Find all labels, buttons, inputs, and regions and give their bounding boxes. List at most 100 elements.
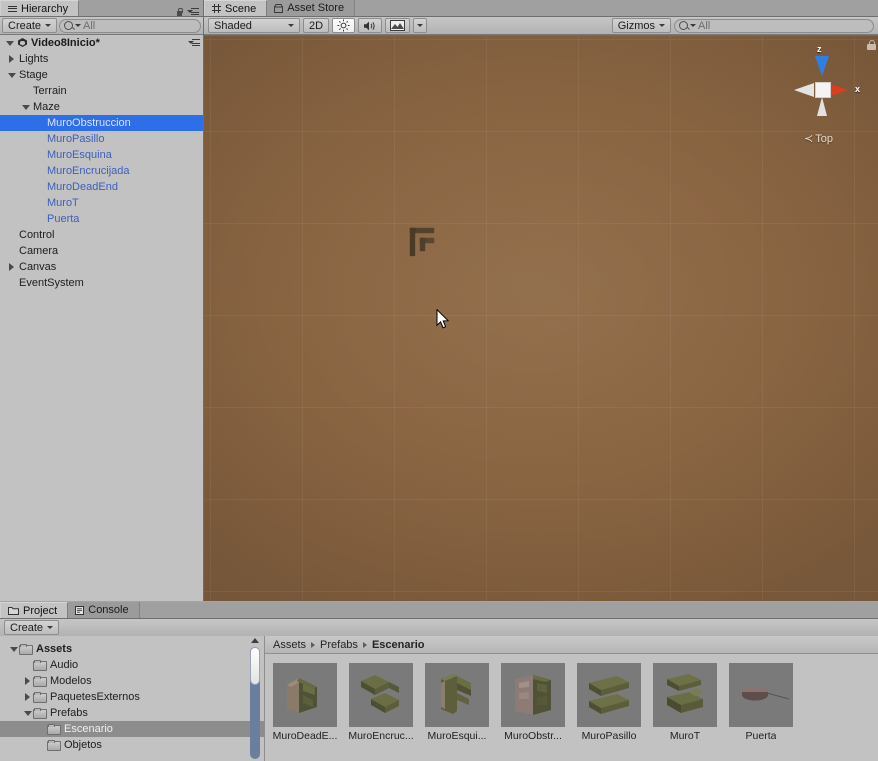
chevron-right-icon[interactable] xyxy=(6,263,17,271)
asset-thumbnail-tee-icon[interactable] xyxy=(653,663,717,727)
project-folder-objetos[interactable]: Objetos xyxy=(0,737,264,753)
tab-project-label: Project xyxy=(23,604,58,617)
gizmo-view-label[interactable]: ≺ Top xyxy=(804,132,833,145)
hierarchy-item-muroesquina[interactable]: MuroEsquina xyxy=(0,147,203,163)
hamburger-menu-icon[interactable] xyxy=(187,8,199,16)
chevron-down-icon[interactable] xyxy=(22,711,33,716)
hierarchy-scene-row[interactable]: Video8Inicio* xyxy=(0,35,203,51)
chevron-right-icon[interactable] xyxy=(22,677,33,685)
scrollbar-thumb[interactable] xyxy=(250,647,260,685)
chevron-right-icon[interactable] xyxy=(22,693,33,701)
effects-dropdown[interactable] xyxy=(413,18,428,33)
hierarchy-item-control[interactable]: Control xyxy=(0,227,203,243)
hierarchy-item-murodeadend[interactable]: MuroDeadEnd xyxy=(0,179,203,195)
breadcrumb-item-assets[interactable]: Assets xyxy=(273,639,306,651)
project-folder-modelos[interactable]: Modelos xyxy=(0,673,264,689)
breadcrumb-item-escenario[interactable]: Escenario xyxy=(372,639,425,651)
asset-item-muroobstruccion[interactable]: MuroObstr... xyxy=(501,663,565,761)
toggle-lighting-button[interactable] xyxy=(332,18,356,33)
asset-label: MuroT xyxy=(669,730,701,742)
tab-scene[interactable]: Scene xyxy=(204,0,268,16)
hierarchy-item-murot[interactable]: MuroT xyxy=(0,195,203,211)
hierarchy-item-label: Maze xyxy=(33,101,60,113)
chevron-down-icon xyxy=(45,24,52,27)
scene-search-input[interactable]: All xyxy=(674,18,874,33)
gizmo-negative-x-axis-cone[interactable] xyxy=(794,83,814,97)
chevron-down-icon[interactable] xyxy=(4,41,15,46)
project-folder-audio[interactable]: Audio xyxy=(0,657,264,673)
gizmo-lock-icon[interactable] xyxy=(867,40,876,50)
gizmos-dropdown[interactable]: Gizmos xyxy=(611,18,671,33)
gizmo-x-axis-cone[interactable] xyxy=(830,84,848,96)
project-folder-prefabs[interactable]: Prefabs xyxy=(0,705,264,721)
gizmo-center-cube[interactable] xyxy=(815,82,831,98)
project-folder-label: Audio xyxy=(50,659,79,671)
asset-thumbnail-door-icon[interactable] xyxy=(729,663,793,727)
hierarchy-item-eventsystem[interactable]: EventSystem xyxy=(0,275,203,291)
hierarchy-item-label: Lights xyxy=(19,53,49,65)
hierarchy-item-lights[interactable]: Lights xyxy=(0,51,203,67)
asset-item-muropasillo[interactable]: MuroPasillo xyxy=(577,663,641,761)
asset-thumbnail-deadend-icon[interactable] xyxy=(273,663,337,727)
scene-context-menu-icon[interactable] xyxy=(188,39,200,47)
draw-mode-dropdown[interactable]: Shaded xyxy=(208,18,300,33)
hierarchy-item-puerta[interactable]: Puerta xyxy=(0,211,203,227)
project-folder-tree: ★All Prefabs Assets Audio Modelos PaquetesEx… xyxy=(0,636,264,761)
breadcrumb: Assets Prefabs Escenario xyxy=(265,636,878,654)
hierarchy-item-muroencrucijada[interactable]: MuroEncrucijada xyxy=(0,163,203,179)
asset-label: Puerta xyxy=(745,730,777,742)
mouse-cursor-icon xyxy=(436,308,450,330)
unity-editor-window: Hierarchy Create All Video8Inicio* Light… xyxy=(0,0,878,761)
hierarchy-item-muroobstruccion[interactable]: MuroObstruccion xyxy=(0,115,203,131)
asset-thumbnail-obstruction-icon[interactable] xyxy=(501,663,565,727)
hierarchy-item-muropasillo[interactable]: MuroPasillo xyxy=(0,131,203,147)
hierarchy-item-canvas[interactable]: Canvas xyxy=(0,259,203,275)
scene-view-gizmo[interactable]: z x ≺ Top xyxy=(786,44,862,145)
asset-item-muroesquina[interactable]: MuroEsqui... xyxy=(425,663,489,761)
project-folder-paquetesexternos[interactable]: PaquetesExternos xyxy=(0,689,264,705)
maze-wall-object[interactable] xyxy=(410,228,436,256)
scene-viewport[interactable]: z x ≺ Top xyxy=(204,36,878,601)
asset-thumbnail-corner-icon[interactable] xyxy=(425,663,489,727)
project-folder-escenario[interactable]: Escenario xyxy=(0,721,264,737)
asset-thumbnail-crossroads-icon[interactable] xyxy=(349,663,413,727)
hierarchy-header-controls xyxy=(176,8,203,16)
chevron-down-icon[interactable] xyxy=(8,647,19,652)
breadcrumb-item-prefabs[interactable]: Prefabs xyxy=(320,639,358,651)
hierarchy-item-stage[interactable]: Stage xyxy=(0,67,203,83)
scroll-up-arrow-icon[interactable] xyxy=(251,638,259,643)
tab-asset-store[interactable]: Asset Store xyxy=(267,0,356,16)
chevron-down-icon[interactable] xyxy=(6,73,17,78)
hierarchy-create-button[interactable]: Create xyxy=(2,18,58,33)
project-tree-scrollbar[interactable] xyxy=(250,638,262,759)
project-folder-label: Modelos xyxy=(50,675,92,687)
hierarchy-search-input[interactable]: All xyxy=(59,18,201,33)
asset-item-murot[interactable]: MuroT xyxy=(653,663,717,761)
asset-item-muroencrucijada[interactable]: MuroEncruc... xyxy=(348,663,414,761)
gizmo-z-axis-cone[interactable] xyxy=(815,56,829,76)
hierarchy-item-terrain[interactable]: Terrain xyxy=(0,83,203,99)
asset-item-puerta[interactable]: Puerta xyxy=(729,663,793,761)
hierarchy-item-label: Terrain xyxy=(33,85,67,97)
hierarchy-item-label: MuroEncrucijada xyxy=(47,165,130,177)
tab-hierarchy[interactable]: Hierarchy xyxy=(0,0,80,16)
tab-hierarchy-label: Hierarchy xyxy=(21,2,69,15)
project-create-button[interactable]: Create xyxy=(4,620,60,635)
project-folder-all-prefabs[interactable]: ★All Prefabs xyxy=(0,636,264,641)
hierarchy-item-camera[interactable]: Camera xyxy=(0,243,203,259)
asset-item-murodeadend[interactable]: MuroDeadE... xyxy=(273,663,337,761)
scrollbar-track[interactable] xyxy=(250,647,260,759)
tab-project[interactable]: Project xyxy=(0,602,69,618)
chevron-right-icon[interactable] xyxy=(6,55,17,63)
hierarchy-item-label: Puerta xyxy=(47,213,80,225)
toggle-audio-button[interactable] xyxy=(358,18,383,33)
gizmo-negative-z-axis-cone[interactable] xyxy=(817,97,827,116)
hierarchy-item-maze[interactable]: Maze xyxy=(0,99,203,115)
chevron-down-icon[interactable] xyxy=(20,105,31,110)
toggle-2d-button[interactable]: 2D xyxy=(303,18,330,33)
tab-console[interactable]: Console xyxy=(68,602,140,618)
asset-thumbnail-corridor-icon[interactable] xyxy=(577,663,641,727)
project-folder-assets[interactable]: Assets xyxy=(0,641,264,657)
lock-icon[interactable] xyxy=(176,8,183,16)
toggle-effects-button[interactable] xyxy=(385,18,411,33)
